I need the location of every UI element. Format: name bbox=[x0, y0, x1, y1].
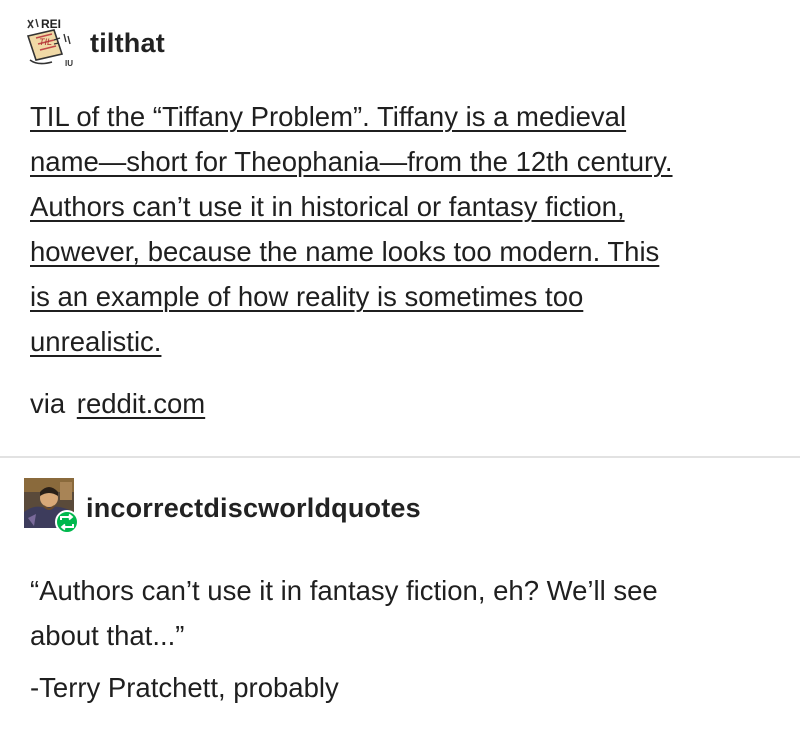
post-body-line[interactable]: Authors can’t use it in historical or fa… bbox=[30, 191, 625, 222]
source-attribution: via reddit.com bbox=[30, 388, 205, 420]
username-tilthat[interactable]: tilthat bbox=[90, 28, 165, 59]
reddit-til-logo-icon[interactable]: REI TIL IU bbox=[24, 14, 82, 72]
post-body-line[interactable]: unrealistic. bbox=[30, 326, 161, 357]
post-body-line[interactable]: however, because the name looks too mode… bbox=[30, 236, 659, 267]
post-body-line[interactable]: name—short for Theophania—from the 12th … bbox=[30, 146, 673, 177]
post-incorrectdiscworldquotes: incorrectdiscworldquotes “Authors can’t … bbox=[0, 458, 800, 740]
post-body-line[interactable]: is an example of how reality is sometime… bbox=[30, 281, 583, 312]
quote-attribution: -Terry Pratchett, probably bbox=[30, 672, 339, 703]
post-body: TIL of the “Tiffany Problem”. Tiffany is… bbox=[30, 94, 780, 364]
illustrated-portrait-avatar[interactable] bbox=[24, 478, 80, 538]
quote-line: about that...” bbox=[30, 620, 185, 651]
avatar-logo-text: REI bbox=[41, 17, 61, 31]
reblog-quote: “Authors can’t use it in fantasy fiction… bbox=[30, 568, 770, 658]
post-header: incorrectdiscworldquotes bbox=[24, 478, 421, 538]
quote-line: “Authors can’t use it in fantasy fiction… bbox=[30, 575, 658, 606]
username-incorrectdiscworldquotes[interactable]: incorrectdiscworldquotes bbox=[86, 493, 421, 524]
reblog-icon bbox=[55, 510, 79, 534]
via-label: via bbox=[30, 388, 66, 419]
source-link[interactable]: reddit.com bbox=[77, 388, 205, 419]
post-tilthat: REI TIL IU tilthat TIL of the “Tiffany P… bbox=[0, 0, 800, 456]
svg-text:TIL: TIL bbox=[39, 37, 52, 47]
post-body-line[interactable]: TIL of the “Tiffany Problem”. Tiffany is… bbox=[30, 101, 626, 132]
post-header: REI TIL IU tilthat bbox=[24, 14, 165, 72]
svg-text:IU: IU bbox=[65, 59, 73, 68]
